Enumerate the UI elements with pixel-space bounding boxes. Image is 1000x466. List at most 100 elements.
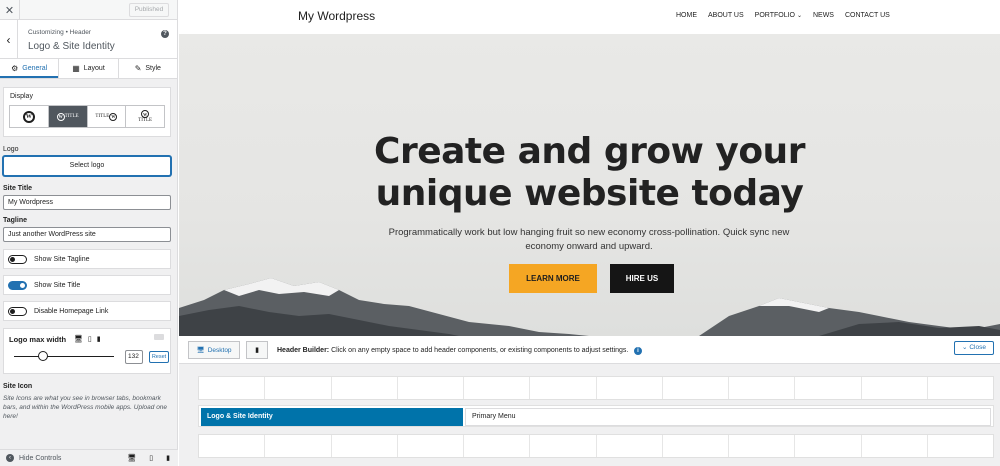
builder-instructions: Header Builder: Click on any empty space… — [277, 347, 628, 354]
site-title-input[interactable]: My Wordpress — [3, 195, 171, 210]
tagline-input[interactable]: Just another WordPress site — [3, 227, 171, 242]
logo-label: Logo — [3, 146, 19, 153]
desktop-view-button[interactable]: 🖥 Desktop — [188, 341, 240, 359]
desktop-icon[interactable]: 🖥 — [74, 335, 83, 343]
section-title: Logo & Site Identity — [28, 41, 115, 52]
logo-max-width-label: Logo max width — [9, 335, 67, 344]
toggle-label: Show Site Title — [34, 281, 81, 289]
primary-menu: HOME ABOUT US PORTFOLIO ⌄ NEWS CONTACT U… — [676, 12, 890, 19]
brush-icon: ✎ — [134, 64, 142, 73]
breadcrumb: Customizing • Header — [28, 29, 91, 36]
toggle-label: Disable Homepage Link — [34, 307, 109, 315]
desktop-preview-icon[interactable]: 🖥 — [127, 454, 136, 462]
show-tagline-toggle[interactable] — [8, 254, 27, 264]
show-title-toggle[interactable] — [8, 280, 27, 290]
tagline-label: Tagline — [3, 217, 27, 224]
section-tabs: ⚙ General ▦ Layout ✎ Style — [0, 59, 177, 79]
tab-label: General — [22, 65, 48, 72]
toggle-row-show-title: Show Site Title — [3, 275, 171, 295]
toggle-row-show-tagline: Show Site Tagline — [3, 249, 171, 269]
info-icon[interactable]: i — [634, 347, 642, 355]
header-top-row[interactable] — [198, 376, 994, 400]
display-option-logo[interactable]: W — [10, 106, 49, 127]
display-label: Display — [10, 93, 33, 100]
desktop-icon: 🖥 — [196, 347, 205, 354]
wordpress-logo-icon: W — [22, 110, 35, 123]
display-option-logo-over-title[interactable]: W TITLE — [126, 106, 164, 127]
learn-more-button[interactable]: LEARN MORE — [509, 264, 597, 293]
builder-toolbar: 🖥 Desktop ▮ Header Builder: Click on any… — [179, 336, 1000, 364]
logo-site-identity-component[interactable]: Logo & Site Identity — [201, 408, 463, 426]
desktop-label: Desktop — [207, 346, 232, 354]
unit-selector[interactable] — [154, 334, 164, 340]
mobile-preview-icon[interactable]: ▮ — [166, 454, 170, 462]
site-title-label: Site Title — [3, 185, 33, 192]
tab-label: Layout — [83, 65, 105, 72]
chevron-down-icon: ⌄ — [796, 13, 802, 19]
nav-item-home[interactable]: HOME — [676, 12, 697, 19]
toggle-row-disable-home-link: Disable Homepage Link — [3, 301, 171, 321]
nav-item-about[interactable]: ABOUT US — [708, 12, 744, 19]
close-label: Close — [969, 344, 986, 351]
site-title[interactable]: My Wordpress — [298, 9, 375, 23]
hire-us-button[interactable]: HIRE US — [610, 264, 674, 293]
site-header: My Wordpress HOME ABOUT US PORTFOLIO ⌄ N… — [179, 0, 1000, 34]
wordpress-logo-icon: W — [141, 110, 150, 118]
builder-title: Header Builder: — [277, 347, 330, 354]
nav-item-contact[interactable]: CONTACT US — [845, 12, 890, 19]
published-button[interactable]: Published — [129, 3, 169, 17]
display-option-title-logo[interactable]: TITLE W — [87, 106, 127, 127]
slider-track[interactable] — [14, 356, 114, 357]
display-option-text: TITLE — [138, 118, 153, 123]
hide-controls-icon[interactable]: ‹ — [6, 454, 14, 462]
tab-style[interactable]: ✎ Style — [119, 59, 177, 78]
back-arrow-icon[interactable]: ‹ — [0, 20, 18, 59]
site-icon-label: Site Icon — [3, 383, 33, 390]
builder-hint: Click on any empty space to add header c… — [329, 347, 629, 354]
hero-section: Create and grow your unique website toda… — [179, 34, 1000, 336]
mobile-icon: ▮ — [255, 347, 259, 354]
tab-layout[interactable]: ▦ Layout — [59, 59, 119, 78]
display-control: Display W W TITLE TITLE W W TITLE — [3, 87, 171, 137]
hide-controls-button[interactable]: Hide Controls — [19, 455, 61, 462]
close-builder-button[interactable]: ⌄ Close — [954, 341, 994, 355]
hero-title: Create and grow your unique website toda… — [179, 131, 1000, 215]
panel-topbar: ✕ Published — [0, 0, 177, 20]
slider-handle[interactable] — [38, 351, 48, 361]
select-logo-button[interactable]: Select logo — [3, 156, 171, 176]
hero-subtitle: Programmatically work but low hanging fr… — [388, 227, 790, 252]
mobile-view-button[interactable]: ▮ — [246, 341, 268, 359]
display-option-text: TITLE — [64, 114, 79, 119]
primary-menu-component[interactable]: Primary Menu — [465, 408, 991, 426]
tab-label: Style — [145, 65, 161, 72]
disable-homepage-link-toggle[interactable] — [8, 306, 27, 316]
device-switcher: 🖥 ▯ ▮ — [74, 335, 101, 343]
help-icon[interactable]: ? — [161, 30, 169, 38]
hero-title-line: Create and grow your — [374, 131, 805, 172]
header-main-row[interactable]: Logo & Site Identity Primary Menu — [198, 405, 994, 427]
wordpress-logo-icon: W — [109, 112, 118, 121]
max-width-value-input[interactable]: 132 — [125, 350, 143, 364]
display-option-logo-title[interactable]: W TITLE — [48, 106, 88, 127]
header-bottom-row[interactable] — [198, 434, 994, 458]
tab-general[interactable]: ⚙ General — [0, 59, 60, 78]
close-customizer-icon[interactable]: ✕ — [0, 0, 20, 20]
toggle-label: Show Site Tagline — [34, 255, 90, 263]
hero-title-line: unique website today — [375, 173, 804, 214]
display-option-text: TITLE — [95, 114, 110, 119]
logo-max-width-control: Logo max width 🖥 ▯ ▮ 132 Reset — [3, 328, 171, 374]
mobile-icon[interactable]: ▮ — [97, 335, 101, 343]
panel-footer: ‹ Hide Controls 🖥 ▯ ▮ — [0, 449, 178, 466]
tablet-icon[interactable]: ▯ — [88, 335, 92, 343]
tablet-preview-icon[interactable]: ▯ — [149, 454, 153, 462]
gear-icon: ⚙ — [11, 64, 19, 73]
site-preview: My Wordpress HOME ABOUT US PORTFOLIO ⌄ N… — [179, 0, 1000, 336]
customizer-panel: ✕ Published ‹ Customizing • Header Logo … — [0, 0, 178, 466]
layout-icon: ▦ — [72, 64, 80, 73]
nav-item-news[interactable]: NEWS — [813, 12, 834, 19]
display-options: W W TITLE TITLE W W TITLE — [9, 105, 165, 128]
nav-item-portfolio[interactable]: PORTFOLIO ⌄ — [755, 12, 802, 19]
site-icon-description: Site Icons are what you see in browser t… — [3, 395, 168, 420]
preview-device-switcher: 🖥 ▯ ▮ — [127, 454, 170, 462]
reset-button[interactable]: Reset — [149, 351, 169, 363]
